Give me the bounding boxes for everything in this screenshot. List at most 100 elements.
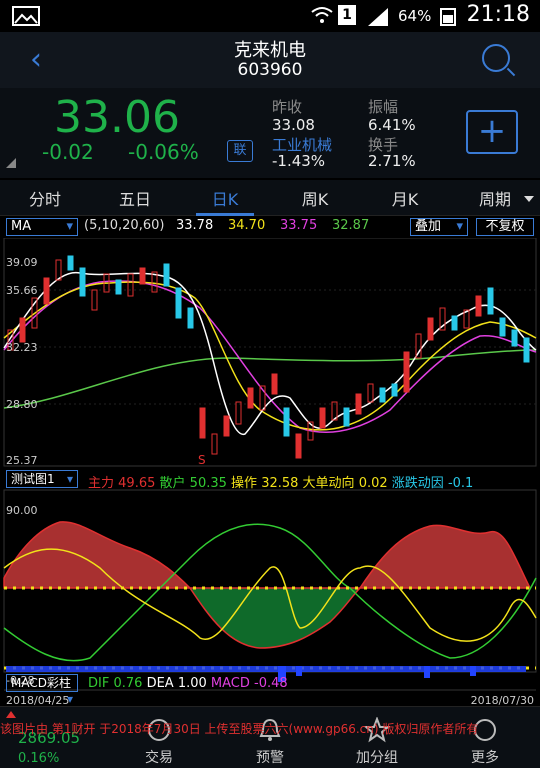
- indicator-name: MA: [11, 219, 32, 234]
- dea-label: DEA: [146, 676, 174, 691]
- amplitude-value: 6.41%: [368, 116, 416, 134]
- sanhu-area: [188, 587, 362, 649]
- dadan-label: 大单动向: [302, 476, 355, 491]
- candle: [475, 295, 482, 317]
- index-change: 0.16%: [18, 751, 60, 766]
- nav-alert[interactable]: 预警: [235, 747, 305, 767]
- watermark-notice: 该图片由 第1财开 于2018年7月30日 上传至股票六六(www.gp66.c…: [0, 722, 479, 736]
- sim-icon: 1: [338, 5, 356, 25]
- y-tick-1: 39.09: [6, 256, 38, 269]
- up-arrow-icon: [6, 711, 16, 718]
- overlay-label: 叠加: [415, 219, 442, 234]
- candle: [367, 383, 374, 403]
- candle: [523, 337, 530, 363]
- indicator-select[interactable]: MA ▾: [6, 218, 78, 236]
- macd-value: -0.48: [254, 676, 288, 691]
- zhuli-label: 主力: [88, 476, 115, 491]
- candle: [403, 351, 410, 393]
- gallery-icon: [12, 6, 40, 26]
- battery-icon: [440, 8, 456, 26]
- zhuli-value: 49.65: [118, 476, 156, 491]
- candle: [199, 407, 206, 439]
- candle: [175, 287, 182, 319]
- corner-triangle-icon: [6, 158, 16, 168]
- candle: [427, 317, 434, 341]
- candle: [511, 329, 518, 347]
- candle: [91, 289, 98, 311]
- candle: [283, 407, 290, 437]
- candle: [391, 383, 398, 397]
- dadan-value: 0.02: [358, 476, 388, 491]
- dif-label: DIF: [88, 676, 110, 691]
- ma-params: (5,10,20,60): [84, 218, 165, 233]
- candle: [43, 277, 50, 305]
- add-watchlist-button[interactable]: +: [466, 110, 518, 154]
- prev-close-value: 33.08: [272, 116, 315, 134]
- candle: [355, 393, 362, 415]
- adjust-select[interactable]: 不复权: [476, 218, 534, 236]
- candle: [187, 307, 194, 329]
- tab-yuek[interactable]: 月K: [374, 186, 436, 210]
- overlay-select[interactable]: 叠加 ▾: [410, 218, 468, 236]
- tab-rik[interactable]: 日K: [194, 186, 256, 210]
- zhangdie-value: -0.1: [447, 476, 474, 491]
- y-tick-3: 32.23: [6, 341, 38, 354]
- candle: [211, 433, 218, 455]
- macd-name: MACD彩柱: [11, 676, 71, 690]
- dropdown-icon: ▾: [456, 219, 463, 234]
- ma20-line: [3, 280, 537, 434]
- candle: [247, 387, 254, 409]
- candle: [139, 267, 146, 285]
- clock: 21:18: [466, 2, 530, 27]
- ma10-value: 34.70: [228, 218, 266, 233]
- ma5-line: [3, 271, 537, 435]
- macd-select[interactable]: MACD彩柱 ▾: [6, 674, 78, 706]
- tab-fenshi[interactable]: 分时: [14, 186, 76, 210]
- caozuo-label: 操作: [231, 476, 258, 491]
- period-tabs: 分时 五日 日K 周K 月K 周期: [0, 180, 540, 216]
- subchart-select[interactable]: 测试图1 ▾: [6, 470, 78, 488]
- candle: [67, 255, 74, 271]
- tab-wuri[interactable]: 五日: [104, 186, 166, 210]
- ma5-value: 33.78: [176, 218, 214, 233]
- candle: [319, 407, 326, 429]
- price-change: -0.02: [42, 140, 94, 164]
- y-tick-2: 35.66: [6, 284, 38, 297]
- ma60-value: 32.87: [332, 218, 370, 233]
- caozuo-value: 32.58: [261, 476, 299, 491]
- subchart-values: 主力 49.65 散户 50.35 操作 32.58 大单动向 0.02 涨跌动…: [88, 472, 473, 491]
- stock-name: 克来机电: [234, 40, 306, 61]
- sanhu-label: 散户: [159, 476, 186, 491]
- quote-panel: 33.06 -0.02 -0.06% 联 昨收 33.08 工业机械 -1.43…: [0, 88, 540, 178]
- nav-add-group[interactable]: 加分组: [342, 747, 412, 767]
- kline-chart[interactable]: MA ▾ (5,10,20,60) 33.78 34.70 33.75 32.8…: [0, 216, 540, 707]
- bottom-nav: 2869.05 0.16% 交易 预警 加分组 更多: [0, 706, 540, 768]
- tab-zhouk[interactable]: 周K: [284, 186, 346, 210]
- signal-marker: S: [198, 453, 206, 467]
- status-bar: 1 64% 21:18: [0, 0, 540, 32]
- candle: [223, 415, 230, 437]
- nav-trade[interactable]: 交易: [124, 747, 194, 767]
- zhuli-area-2: [358, 524, 532, 589]
- prev-close-label: 昨收: [272, 98, 303, 116]
- tab-zhouqi[interactable]: 周期: [464, 186, 526, 210]
- wifi-icon: [311, 7, 333, 23]
- search-icon[interactable]: [482, 44, 510, 72]
- zhuli-area: [3, 521, 192, 589]
- chevron-down-icon: [524, 196, 534, 202]
- candle: [271, 373, 278, 395]
- candle: [487, 287, 494, 315]
- ma20-value: 33.75: [280, 218, 318, 233]
- sector-change: -1.43%: [272, 152, 326, 170]
- macd-values: DIF 0.76 DEA 1.00 MACD -0.48: [88, 676, 288, 691]
- nav-more[interactable]: 更多: [450, 747, 520, 767]
- related-button[interactable]: 联: [227, 140, 253, 162]
- dif-value: 0.76: [113, 676, 143, 691]
- sanhu-value: 50.35: [189, 476, 227, 491]
- candle: [235, 401, 242, 425]
- y-tick-4: 28.80: [6, 398, 38, 411]
- signal-icon: [368, 8, 388, 26]
- candle: [343, 407, 350, 427]
- zhangdie-label: 涨跌动因: [391, 476, 444, 491]
- candle: [127, 273, 134, 297]
